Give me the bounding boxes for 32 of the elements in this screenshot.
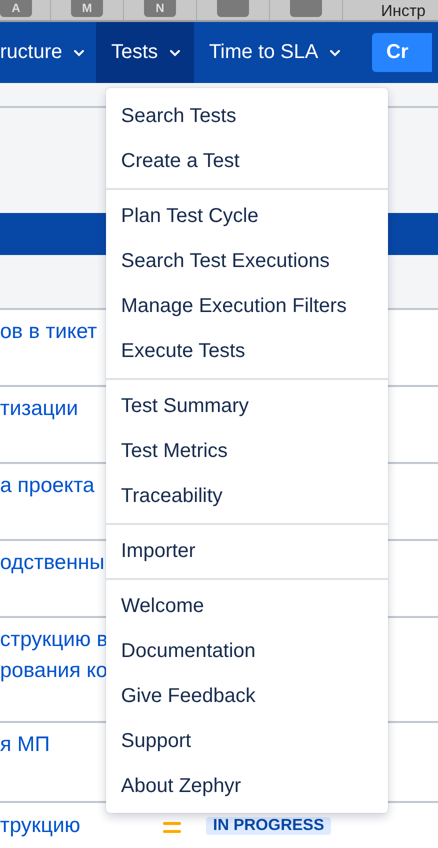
shortcut-key bbox=[290, 0, 322, 17]
chevron-down-icon bbox=[168, 48, 181, 56]
tab-label: Time to SLA bbox=[208, 41, 318, 64]
shortcut-key: A bbox=[0, 0, 32, 17]
menu-item[interactable]: Test Metrics bbox=[106, 429, 388, 474]
issue-link[interactable]: трукцию bbox=[0, 815, 150, 837]
shortcut-key: M bbox=[71, 0, 103, 17]
tab-label: Tests bbox=[111, 41, 158, 64]
menu-item[interactable]: Documentation bbox=[106, 629, 388, 674]
chevron-down-icon bbox=[329, 48, 342, 56]
chevron-down-icon bbox=[73, 48, 86, 56]
menu-item[interactable]: Importer bbox=[106, 529, 388, 574]
nav-tab[interactable]: ructure bbox=[0, 22, 96, 83]
menu-item[interactable]: Support bbox=[106, 719, 388, 764]
menu-item[interactable]: Search Test Executions bbox=[106, 239, 388, 284]
menu-item[interactable]: Test Summary bbox=[106, 384, 388, 429]
shortcut-key bbox=[217, 0, 249, 17]
menu-item[interactable]: Create a Test bbox=[106, 139, 388, 184]
menu-item[interactable]: Manage Execution Filters bbox=[106, 284, 388, 329]
menu-item[interactable]: Welcome bbox=[106, 584, 388, 629]
shortcut-key: N bbox=[144, 0, 176, 17]
nav-tab[interactable]: Time to SLA bbox=[194, 22, 354, 83]
menu-item[interactable]: About Zephyr bbox=[106, 764, 388, 809]
menu-item[interactable]: Traceability bbox=[106, 474, 388, 519]
tab-label: ructure bbox=[0, 41, 62, 64]
create-button[interactable]: Cr bbox=[372, 33, 432, 72]
menu-item[interactable]: Give Feedback bbox=[106, 674, 388, 719]
menu-item[interactable]: Plan Test Cycle bbox=[106, 194, 388, 239]
status-lozenge: IN PROGRESS bbox=[206, 817, 332, 835]
menu-item[interactable]: Execute Tests bbox=[106, 329, 388, 374]
menu-item[interactable]: Search Tests bbox=[106, 94, 388, 139]
nav-tab[interactable]: Tests bbox=[96, 22, 194, 83]
